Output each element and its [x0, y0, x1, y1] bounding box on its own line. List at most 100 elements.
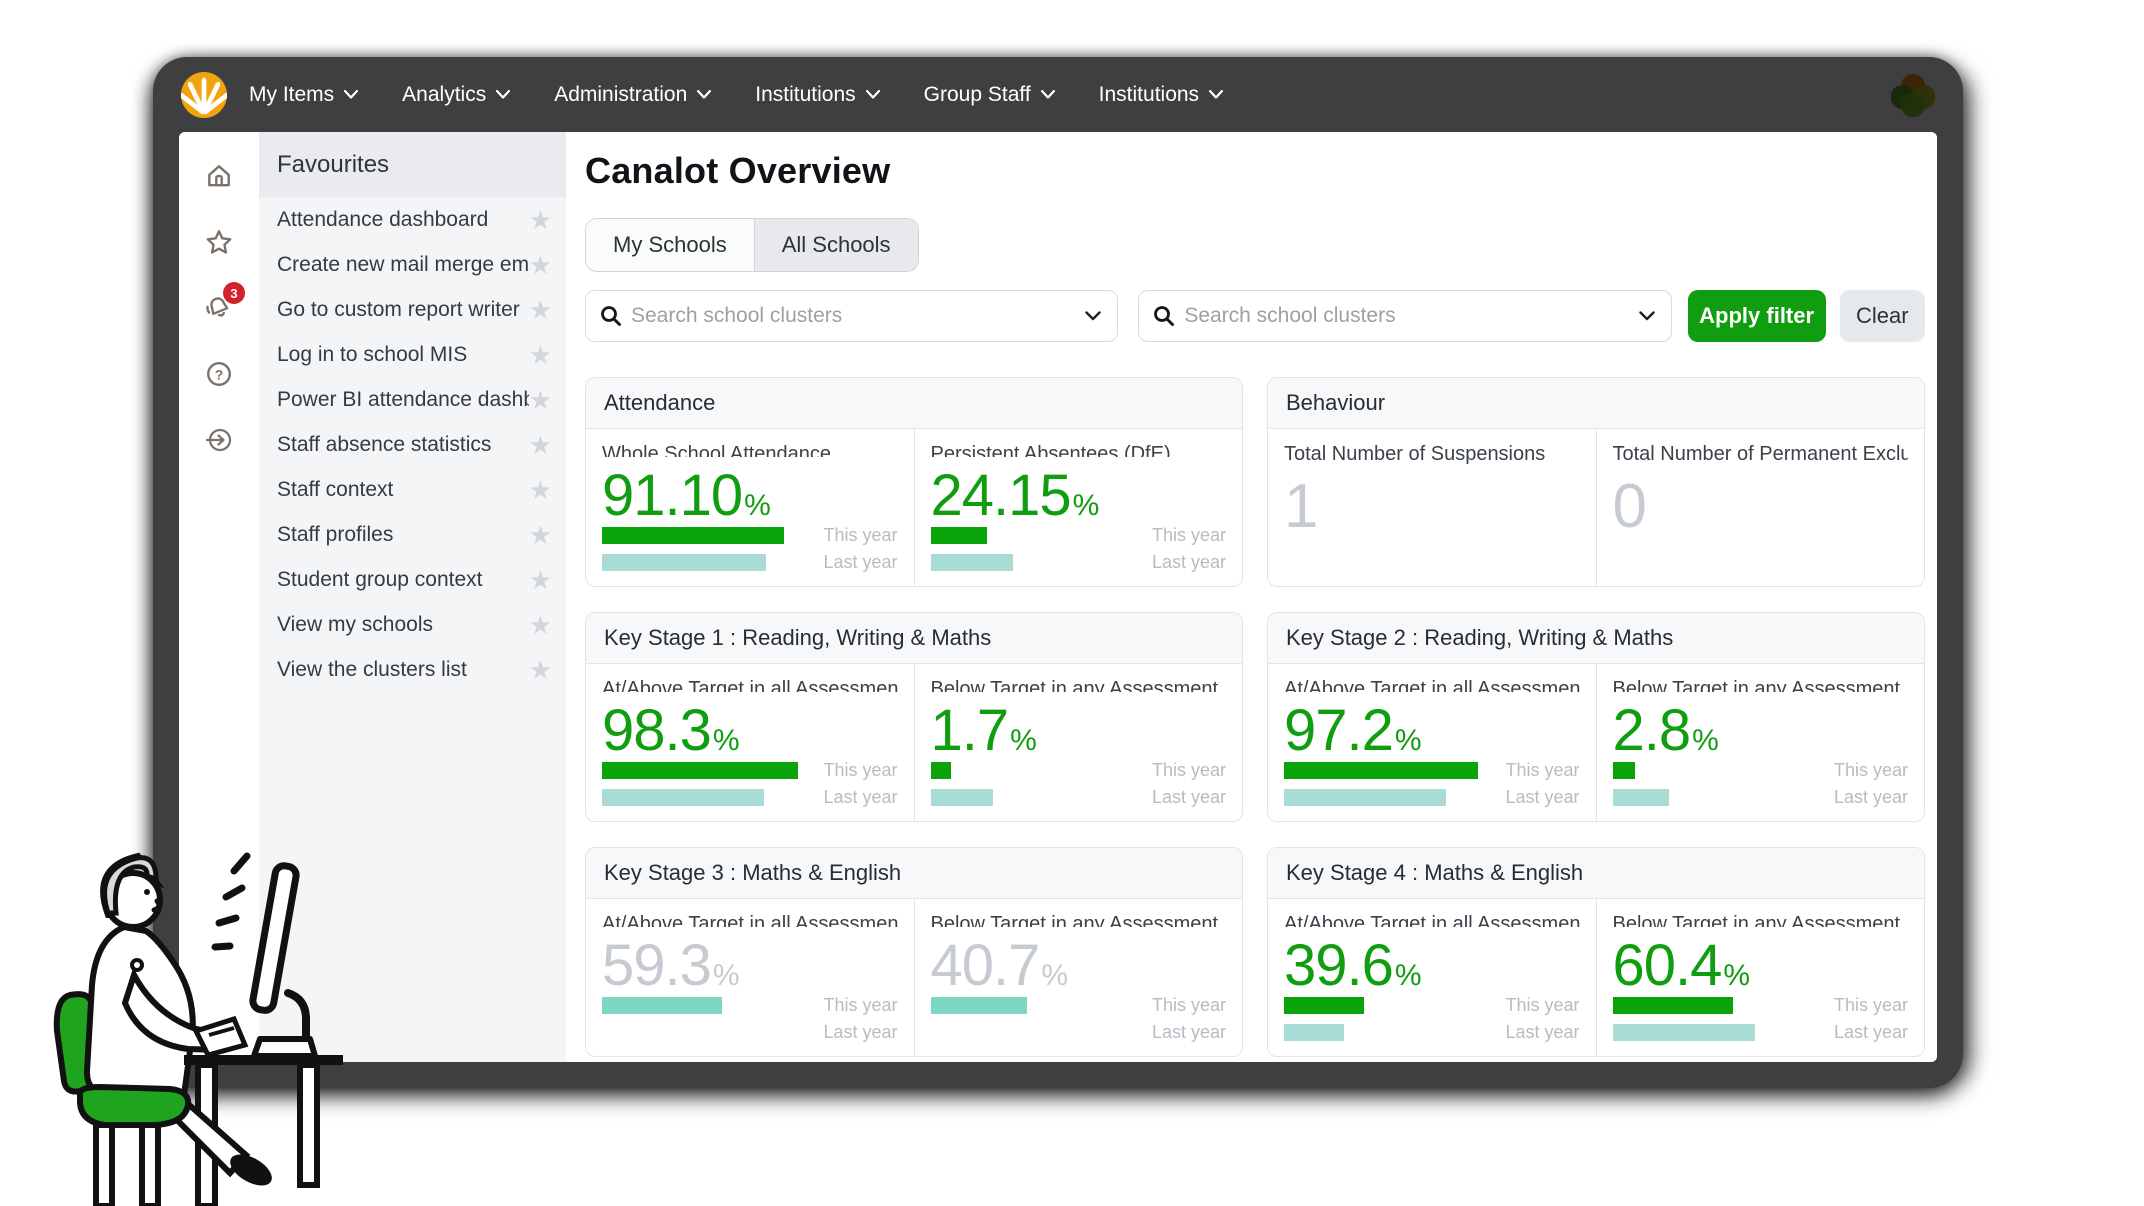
sidebar-item-staff-context[interactable]: Staff context ★	[259, 467, 566, 512]
home-icon[interactable]	[197, 154, 241, 198]
bar-track	[1284, 1024, 1485, 1041]
metric-label: Whole School Attendance	[602, 443, 898, 457]
last-year-label: Last year	[1131, 787, 1226, 808]
school-cluster-select-1[interactable]: Search school clusters	[585, 290, 1118, 342]
chevron-down-icon	[1041, 90, 1055, 99]
sidebar-item-view-clusters-list[interactable]: View the clusters list ★	[259, 647, 566, 692]
star-icon[interactable]: ★	[529, 612, 552, 638]
star-icon[interactable]: ★	[529, 297, 552, 323]
nav-item-analytics[interactable]: Analytics	[402, 83, 510, 107]
tab-my-schools[interactable]: My Schools	[586, 219, 755, 271]
sidebar-item-student-group-context[interactable]: Student group context ★	[259, 557, 566, 602]
metric-bars: This year Last year	[1613, 995, 1909, 1043]
metric-number: 60.4	[1613, 933, 1722, 998]
tab-all-schools[interactable]: All Schools	[755, 219, 918, 271]
metric-ks1-at-above-target: At/Above Target in all Assessments 98.3%…	[586, 664, 914, 822]
notification-badge: 3	[223, 282, 245, 304]
metric-total-suspensions: Total Number of Suspensions 1	[1268, 429, 1596, 587]
sidebar-item-staff-profiles[interactable]: Staff profiles ★	[259, 512, 566, 557]
metric-value: 24.15%	[931, 467, 1227, 525]
this-year-bar	[602, 997, 722, 1014]
metric-unit: %	[1395, 959, 1422, 992]
favourites-star-icon[interactable]	[197, 220, 241, 264]
star-icon[interactable]: ★	[529, 567, 552, 593]
bar-track	[1284, 762, 1485, 779]
metric-value: 59.3%	[602, 937, 898, 995]
login-arrow-icon[interactable]	[197, 418, 241, 462]
metric-number: 2.8	[1613, 698, 1691, 763]
last-year-label: Last year	[1131, 552, 1226, 573]
star-icon[interactable]: ★	[529, 207, 552, 233]
nav-item-my-items[interactable]: My Items	[249, 83, 358, 107]
star-icon[interactable]: ★	[529, 252, 552, 278]
last-year-label: Last year	[1131, 1022, 1226, 1043]
sidebar-item-staff-absence-statistics[interactable]: Staff absence statistics ★	[259, 422, 566, 467]
bar-track	[602, 1024, 803, 1041]
metric-bars: This year Last year	[602, 525, 898, 573]
account-clover-icon[interactable]	[1891, 73, 1935, 117]
this-year-bar	[602, 527, 784, 544]
sidebar-item-attendance-dashboard[interactable]: Attendance dashboard ★	[259, 197, 566, 242]
this-year-bar	[931, 762, 951, 779]
metric-unit: %	[1073, 489, 1100, 522]
last-year-bar	[931, 554, 1013, 571]
bar-track	[1613, 1024, 1814, 1041]
brand-logo-icon[interactable]	[181, 72, 227, 118]
metric-value: 91.10%	[602, 467, 898, 525]
star-icon[interactable]: ★	[529, 657, 552, 683]
sidebar-item-label: View the clusters list	[277, 658, 529, 682]
content-frame: 3 ? Favourites Attendance dashboard ★ Cr…	[179, 132, 1937, 1062]
star-icon[interactable]: ★	[529, 477, 552, 503]
nav-item-institutions-2[interactable]: Institutions	[1099, 83, 1223, 107]
sidebar-item-view-my-schools[interactable]: View my schools ★	[259, 602, 566, 647]
bar-track	[931, 762, 1132, 779]
metric-value: 1	[1284, 476, 1580, 538]
star-icon[interactable]: ★	[529, 387, 552, 413]
metric-ks3-below-target: Below Target in any Assessment 40.7% Thi…	[914, 899, 1243, 1057]
card-key-stage-2: Key Stage 2 : Reading, Writing & Maths A…	[1267, 612, 1925, 822]
bar-track	[602, 527, 803, 544]
clear-button[interactable]: Clear	[1840, 290, 1925, 342]
metric-bars: This year Last year	[602, 995, 898, 1043]
this-year-label: This year	[1813, 995, 1908, 1016]
metric-ks2-at-above-target: At/Above Target in all Assessments 97.2%…	[1268, 664, 1596, 822]
notifications-bell-icon[interactable]: 3	[197, 286, 241, 330]
this-year-bar	[1284, 762, 1478, 779]
sidebar-item-custom-report-writer[interactable]: Go to custom report writer ★	[259, 287, 566, 332]
metric-label: Total Number of Suspensions	[1284, 443, 1580, 466]
nav-item-label: Institutions	[755, 83, 855, 107]
metric-label: Below Target in any Assessment	[931, 678, 1227, 692]
last-year-label: Last year	[803, 787, 898, 808]
metric-number: 91.10	[602, 463, 742, 528]
nav-item-label: My Items	[249, 83, 334, 107]
school-cluster-select-2[interactable]: Search school clusters	[1138, 290, 1671, 342]
metric-ks4-at-above-target: At/Above Target in all Assessments 39.6%…	[1268, 899, 1596, 1057]
nav-item-label: Institutions	[1099, 83, 1199, 107]
help-icon[interactable]: ?	[197, 352, 241, 396]
star-icon[interactable]: ★	[529, 522, 552, 548]
sidebar-item-label: Attendance dashboard	[277, 208, 529, 232]
star-icon[interactable]: ★	[529, 342, 552, 368]
card-attendance: Attendance Whole School Attendance 91.10…	[585, 377, 1243, 587]
nav-item-group-staff[interactable]: Group Staff	[924, 83, 1055, 107]
metric-bars: This year Last year	[1613, 760, 1909, 808]
metric-ks3-at-above-target: At/Above Target in all Assessments 59.3%…	[586, 899, 914, 1057]
sidebar-item-power-bi-dashboard[interactable]: Power BI attendance dashboard ★	[259, 377, 566, 422]
nav-item-institutions-1[interactable]: Institutions	[755, 83, 879, 107]
metric-bars: This year Last year	[931, 995, 1227, 1043]
navbar: My Items Analytics Administration Instit…	[153, 57, 1963, 132]
this-year-label: This year	[803, 995, 898, 1016]
card-title: Key Stage 2 : Reading, Writing & Maths	[1268, 613, 1924, 664]
bar-track	[1613, 762, 1814, 779]
apply-filter-button[interactable]: Apply filter	[1688, 290, 1826, 342]
metric-unit: %	[744, 489, 771, 522]
nav-item-administration[interactable]: Administration	[554, 83, 711, 107]
metric-number: 97.2	[1284, 698, 1393, 763]
sidebar-item-login-school-mis[interactable]: Log in to school MIS ★	[259, 332, 566, 377]
card-key-stage-3: Key Stage 3 : Maths & English At/Above T…	[585, 847, 1243, 1057]
star-icon[interactable]: ★	[529, 432, 552, 458]
metric-unit: %	[1395, 724, 1422, 757]
last-year-bar	[602, 789, 764, 806]
card-title: Attendance	[586, 378, 1242, 429]
sidebar-item-create-mail-merge[interactable]: Create new mail merge email ★	[259, 242, 566, 287]
